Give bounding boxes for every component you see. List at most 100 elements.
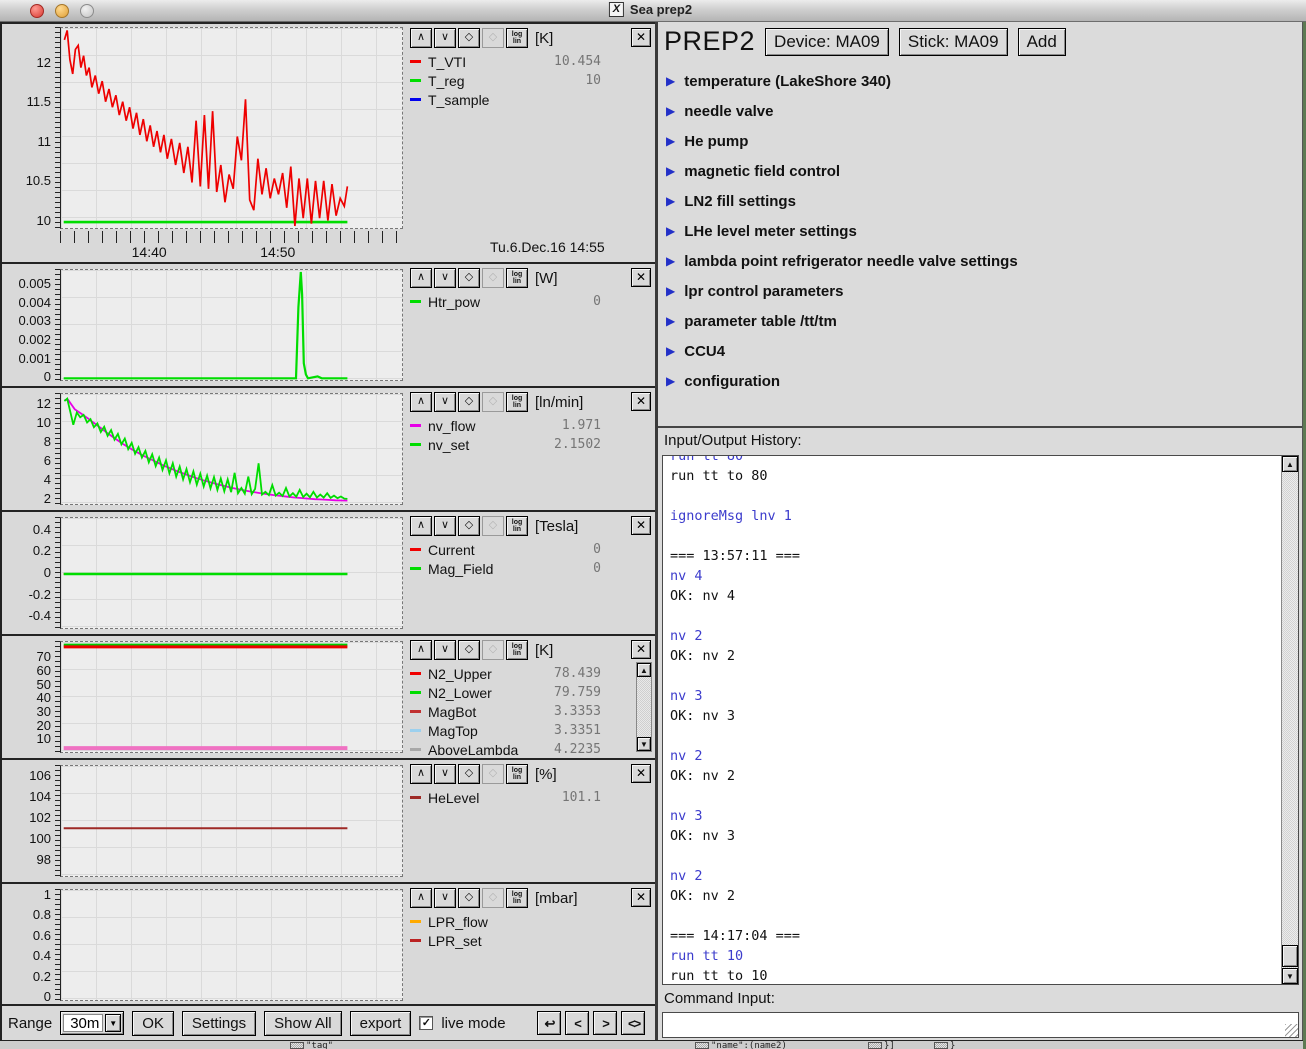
x-axis-temperature — [60, 231, 403, 243]
ok-button[interactable]: OK — [132, 1011, 174, 1036]
scroll-down-button[interactable]: ∨ — [434, 640, 456, 660]
step-left-icon[interactable]: < — [565, 1011, 589, 1035]
tree-item-7[interactable]: ▶lpr control parameters — [666, 276, 1296, 306]
replay-icon[interactable]: ↩ — [537, 1011, 561, 1035]
plot-area-he-level[interactable] — [60, 765, 403, 877]
zoom-reset-button[interactable]: ◇ — [458, 516, 480, 536]
close-window-button[interactable] — [30, 4, 44, 18]
scroll-up-arrow-icon[interactable]: ▲ — [637, 663, 651, 677]
device-button[interactable]: Device: MA09 — [765, 28, 889, 56]
close-icon[interactable]: ✕ — [631, 268, 651, 287]
log-lin-button[interactable]: loglin — [506, 640, 528, 660]
scroll-up-button[interactable]: ∧ — [410, 516, 432, 536]
export-button[interactable]: export — [350, 1011, 412, 1036]
tree-item-8[interactable]: ▶parameter table /tt/tm — [666, 306, 1296, 336]
scroll-down-button[interactable]: ∨ — [434, 28, 456, 48]
close-icon[interactable]: ✕ — [631, 516, 651, 535]
expand-triangle-icon[interactable]: ▶ — [666, 74, 675, 88]
tree-item-0[interactable]: ▶temperature (LakeShore 340) — [666, 66, 1296, 96]
expand-triangle-icon[interactable]: ▶ — [666, 254, 675, 268]
plot-area-heater-power[interactable] — [60, 269, 403, 381]
scroll-down-button[interactable]: ∨ — [434, 268, 456, 288]
log-lin-button[interactable]: loglin — [506, 392, 528, 412]
zoom-reset-button[interactable]: ◇ — [458, 888, 480, 908]
range-combobox[interactable]: 30m ▼ — [60, 1011, 124, 1035]
tree-item-10[interactable]: ▶configuration — [666, 366, 1296, 396]
full-range-icon[interactable]: <> — [621, 1011, 645, 1035]
zoom-reset-button[interactable]: ◇ — [458, 28, 480, 48]
zoom-reset-button[interactable]: ◇ — [458, 392, 480, 412]
tree-item-6[interactable]: ▶lambda point refrigerator needle valve … — [666, 246, 1296, 276]
scroll-up-button[interactable]: ∧ — [410, 640, 432, 660]
range-value[interactable]: 30m — [63, 1014, 103, 1032]
scroll-down-arrow-icon[interactable]: ▼ — [1282, 968, 1298, 984]
chevron-down-icon[interactable]: ▼ — [105, 1014, 121, 1032]
expand-triangle-icon[interactable]: ▶ — [666, 344, 675, 358]
plot-area-magnet[interactable] — [60, 517, 403, 629]
log-lin-button[interactable]: loglin — [506, 888, 528, 908]
scroll-down-arrow-icon[interactable]: ▼ — [637, 737, 651, 751]
zoom-reset-button[interactable]: ◇ — [458, 764, 480, 784]
plot-area-nv-flow[interactable] — [60, 393, 403, 505]
background-text-fragment: } — [934, 1041, 955, 1049]
scroll-up-button[interactable]: ∧ — [410, 764, 432, 784]
io-history-scrollbar[interactable]: ▲ ▼ — [1281, 456, 1298, 984]
close-icon[interactable]: ✕ — [631, 764, 651, 783]
plot-area-lpr[interactable] — [60, 889, 403, 1001]
zoom-reset-button[interactable]: ◇ — [458, 640, 480, 660]
scroll-up-button[interactable]: ∧ — [410, 392, 432, 412]
scroll-up-arrow-icon[interactable]: ▲ — [1282, 456, 1298, 472]
y-tick-label: 8 — [7, 434, 51, 449]
expand-triangle-icon[interactable]: ▶ — [666, 134, 675, 148]
expand-triangle-icon[interactable]: ▶ — [666, 374, 675, 388]
io-history-console[interactable]: run tt 80run tt to 80 ignoreMsg lnv 1 ==… — [662, 455, 1299, 985]
close-icon[interactable]: ✕ — [631, 640, 651, 659]
expand-triangle-icon[interactable]: ▶ — [666, 314, 675, 328]
log-lin-button[interactable]: loglin — [506, 764, 528, 784]
expand-triangle-icon[interactable]: ▶ — [666, 194, 675, 208]
stick-button[interactable]: Stick: MA09 — [899, 28, 1008, 56]
settings-button[interactable]: Settings — [182, 1011, 256, 1036]
log-lin-button[interactable]: loglin — [506, 516, 528, 536]
show-all-button[interactable]: Show All — [264, 1011, 342, 1036]
y-axis-cryo-temps: 70605040302010 — [2, 636, 60, 758]
plot-area-cryo-temps[interactable] — [60, 641, 403, 753]
close-icon[interactable]: ✕ — [631, 28, 651, 47]
scroll-up-button[interactable]: ∧ — [410, 268, 432, 288]
expand-triangle-icon[interactable]: ▶ — [666, 104, 675, 118]
scroll-down-button[interactable]: ∨ — [434, 516, 456, 536]
minimize-window-button[interactable] — [55, 4, 69, 18]
close-icon[interactable]: ✕ — [631, 888, 651, 907]
close-icon[interactable]: ✕ — [631, 392, 651, 411]
log-lin-button[interactable]: loglin — [506, 28, 528, 48]
time-nav-buttons: ↩ < > <> — [537, 1011, 645, 1035]
scroll-up-button[interactable]: ∧ — [410, 888, 432, 908]
command-input[interactable] — [662, 1012, 1299, 1038]
tree-item-1[interactable]: ▶needle valve — [666, 96, 1296, 126]
tree-item-5[interactable]: ▶LHe level meter settings — [666, 216, 1296, 246]
expand-triangle-icon[interactable]: ▶ — [666, 164, 675, 178]
log-lin-button[interactable]: loglin — [506, 268, 528, 288]
scroll-up-button[interactable]: ∧ — [410, 28, 432, 48]
scroll-down-button[interactable]: ∨ — [434, 888, 456, 908]
dither-pattern — [290, 1042, 304, 1049]
y-tick-label: 10 — [7, 731, 51, 746]
io-line: === 14:17:04 === — [670, 926, 1298, 946]
live-mode-checkbox[interactable]: ✓ — [419, 1016, 433, 1030]
tree-item-4[interactable]: ▶LN2 fill settings — [666, 186, 1296, 216]
expand-triangle-icon[interactable]: ▶ — [666, 284, 675, 298]
legend-scrollbar[interactable]: ▲▼ — [636, 662, 652, 752]
tree-item-9[interactable]: ▶CCU4 — [666, 336, 1296, 366]
add-button[interactable]: Add — [1018, 28, 1066, 56]
zoom-reset-button[interactable]: ◇ — [458, 268, 480, 288]
tree-item-3[interactable]: ▶magnetic field control — [666, 156, 1296, 186]
unit-label: [K] — [535, 642, 553, 659]
step-right-icon[interactable]: > — [593, 1011, 617, 1035]
tree-item-2[interactable]: ▶He pump — [666, 126, 1296, 156]
expand-triangle-icon[interactable]: ▶ — [666, 224, 675, 238]
scroll-down-button[interactable]: ∨ — [434, 764, 456, 784]
plot-area-temperature[interactable] — [60, 27, 403, 229]
scroll-down-button[interactable]: ∨ — [434, 392, 456, 412]
resize-grip[interactable] — [1285, 1024, 1298, 1037]
scrollbar-thumb[interactable] — [1282, 945, 1298, 967]
